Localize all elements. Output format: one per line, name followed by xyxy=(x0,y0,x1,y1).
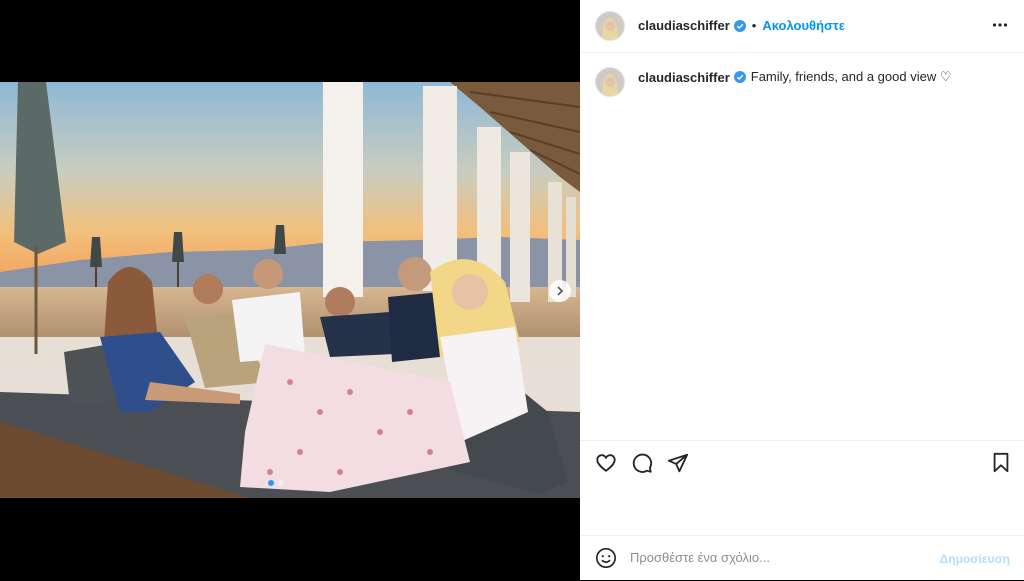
comment-bar: Δημοσίευση xyxy=(580,535,1024,581)
heart-icon xyxy=(596,454,616,472)
photo-illustration xyxy=(0,82,580,498)
bookmark-icon xyxy=(993,452,1009,473)
media-area xyxy=(0,0,580,580)
caption-body: Family, friends, and a good view ♡ xyxy=(750,69,952,84)
post-header: claudiaschiffer • Ακολουθήστε xyxy=(580,0,1024,53)
emoji-icon xyxy=(596,548,616,568)
verified-badge-icon xyxy=(733,71,746,83)
verified-badge-icon xyxy=(733,19,746,32)
post-comment-button[interactable]: Δημοσίευση xyxy=(940,552,1010,566)
actions-divider xyxy=(580,440,1024,441)
post-photo[interactable] xyxy=(0,82,580,498)
share-icon xyxy=(667,453,689,473)
carousel-dot-2 xyxy=(278,480,284,486)
avatar-image xyxy=(596,12,624,40)
header-username[interactable]: claudiaschiffer xyxy=(638,18,730,33)
save-button[interactable] xyxy=(991,452,1011,479)
emoji-button[interactable] xyxy=(595,547,617,574)
caption-avatar[interactable] xyxy=(595,67,625,97)
avatar-image xyxy=(596,68,624,96)
header-user: claudiaschiffer • Ακολουθήστε xyxy=(638,18,845,33)
more-options-button[interactable] xyxy=(992,16,1008,39)
share-button[interactable] xyxy=(667,452,689,479)
carousel-dot-1 xyxy=(268,480,274,486)
comment-button[interactable] xyxy=(631,452,653,479)
like-button[interactable] xyxy=(595,452,617,479)
carousel-dots xyxy=(268,480,284,486)
follow-button[interactable]: Ακολουθήστε xyxy=(762,18,845,33)
comment-input[interactable] xyxy=(628,549,932,566)
more-icon xyxy=(992,23,1008,27)
avatar[interactable] xyxy=(595,11,625,41)
caption-username[interactable]: claudiaschiffer xyxy=(638,70,730,85)
header-separator: • xyxy=(751,18,757,33)
caption-text: claudiaschiffer Family, friends, and a g… xyxy=(638,69,952,85)
comment-icon xyxy=(632,453,653,473)
post-panel: claudiaschiffer • Ακολουθήστε claudiasch… xyxy=(580,0,1024,580)
carousel-next-button[interactable] xyxy=(549,280,571,302)
chevron-right-icon xyxy=(557,286,564,296)
